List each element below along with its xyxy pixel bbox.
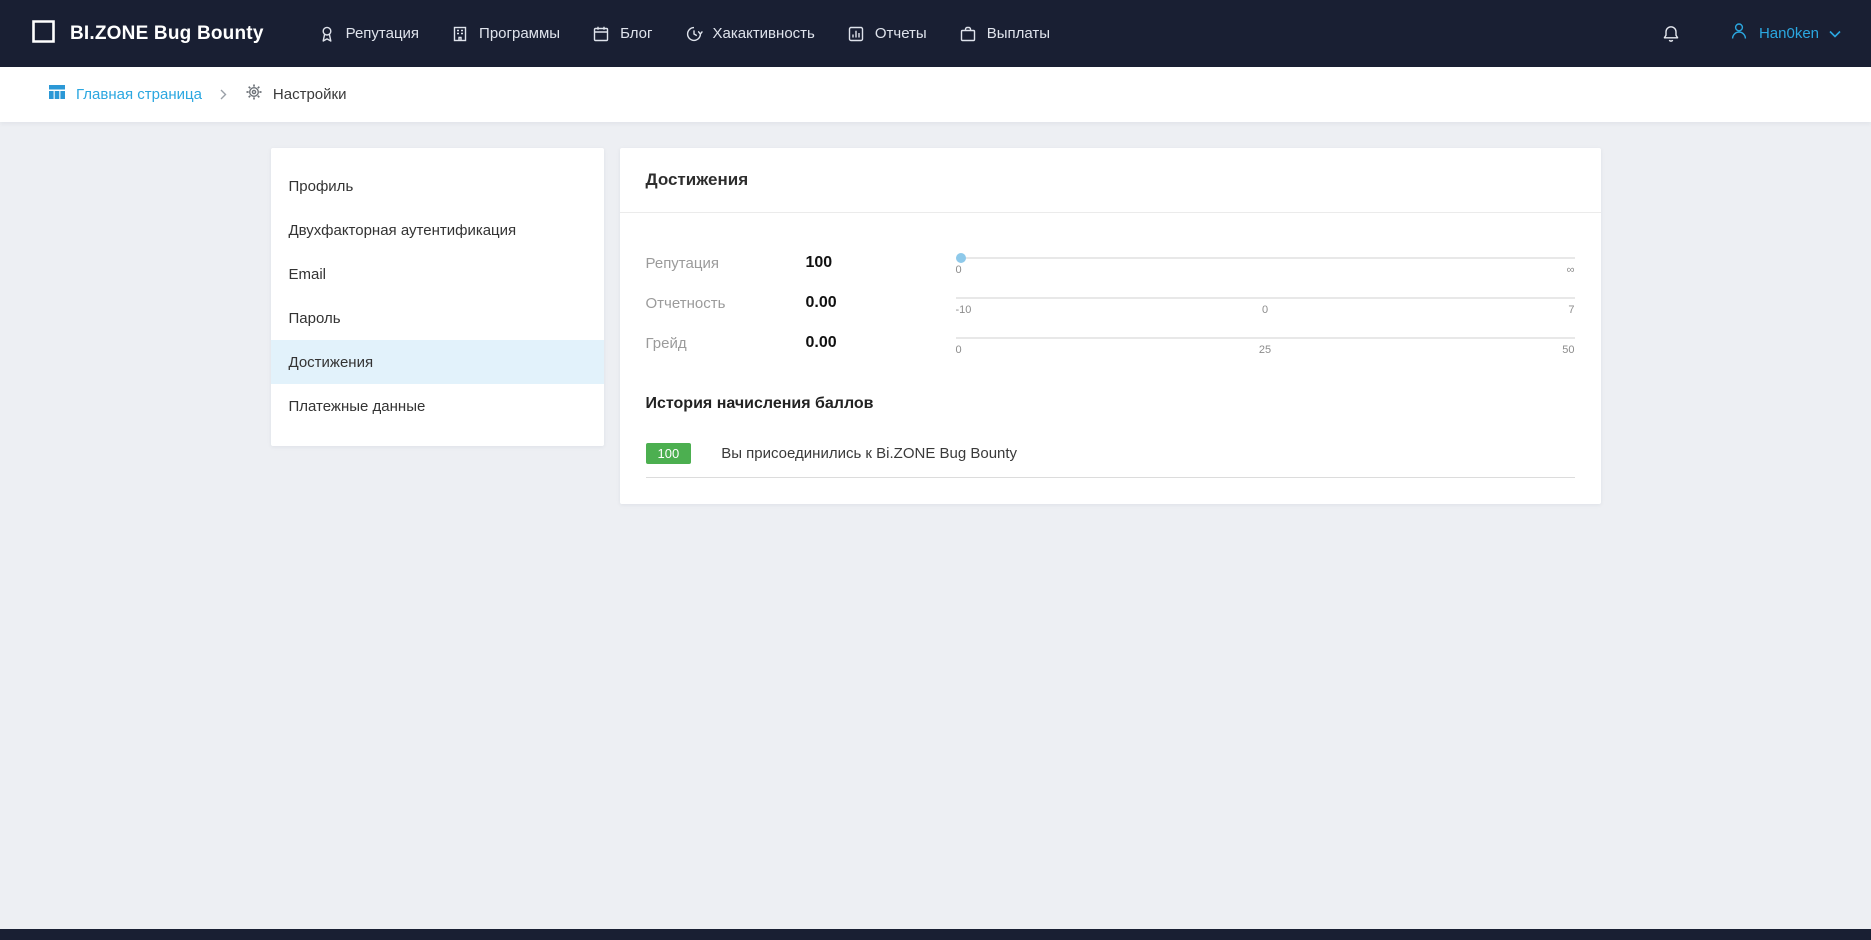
- sidebar-item-email[interactable]: Email: [271, 252, 604, 296]
- gear-icon: [245, 83, 263, 106]
- payouts-icon: [959, 25, 977, 43]
- sidebar-item-label: Двухфакторная аутентификация: [289, 222, 517, 239]
- nav-item-label: Отчеты: [875, 25, 927, 42]
- username: Han0ken: [1759, 25, 1819, 42]
- nav-item-label: Репутация: [346, 25, 419, 42]
- breadcrumb-separator-icon: [220, 89, 227, 100]
- gauge-max-label: ∞: [1567, 264, 1575, 276]
- nav-item-reputation[interactable]: Репутация: [302, 13, 435, 55]
- gauge-min-label: -10: [956, 304, 972, 316]
- grade-gauge: 0 25 50: [956, 328, 1575, 358]
- history-entry: 100 Вы присоединились к Bi.ZONE Bug Boun…: [646, 443, 1575, 478]
- reputation-gauge: 0 ∞: [956, 248, 1575, 278]
- nav-right: Han0ken: [1661, 21, 1841, 46]
- metric-value: 0.00: [806, 294, 956, 312]
- top-navigation: BI.ZONE Bug Bounty Репутация Программы: [0, 0, 1871, 67]
- achievements-panel: Достижения Репутация 100 0 ∞ Отчетность: [620, 148, 1601, 504]
- gauge-min-label: 0: [956, 264, 962, 276]
- nav-item-blog[interactable]: Блог: [576, 13, 668, 55]
- blog-icon: [592, 25, 610, 43]
- gauge-max-label: 7: [1568, 304, 1574, 316]
- brand[interactable]: BI.ZONE Bug Bounty: [30, 18, 264, 50]
- metric-value: 100: [806, 254, 956, 272]
- bizone-logo-icon: [30, 18, 57, 50]
- metric-label: Репутация: [646, 255, 806, 272]
- nav-item-reports[interactable]: Отчеты: [831, 13, 943, 55]
- gauge-marker: [956, 253, 966, 263]
- reporting-gauge: -10 0 7: [956, 288, 1575, 318]
- gauge-max-label: 50: [1562, 344, 1574, 356]
- notifications-bell-icon[interactable]: [1661, 24, 1681, 44]
- history-entry-text: Вы присоединились к Bi.ZONE Bug Bounty: [721, 445, 1017, 462]
- gauge-mid-label: 0: [1262, 304, 1268, 316]
- gauge-track: [956, 257, 1575, 259]
- chevron-down-icon: [1829, 25, 1841, 43]
- programs-icon: [451, 25, 469, 43]
- metric-label: Отчетность: [646, 295, 806, 312]
- gauge-track: [956, 297, 1575, 299]
- sidebar-item-label: Пароль: [289, 310, 341, 327]
- nav-item-hackactivity[interactable]: Хакактивность: [669, 13, 831, 55]
- gauge-mid-label: 25: [1259, 344, 1271, 356]
- breadcrumb-home-link[interactable]: Главная страница: [48, 83, 202, 106]
- breadcrumb-current-label: Настройки: [273, 86, 347, 103]
- metric-label: Грейд: [646, 335, 806, 352]
- sidebar-item-label: Профиль: [289, 178, 354, 195]
- nav-items: Репутация Программы Блог: [302, 13, 1066, 55]
- sidebar-item-label: Email: [289, 266, 327, 283]
- breadcrumb-home-label[interactable]: Главная страница: [76, 86, 202, 103]
- reputation-icon: [318, 25, 336, 43]
- sidebar-item-label: Платежные данные: [289, 398, 426, 415]
- nav-item-label: Выплаты: [987, 25, 1050, 42]
- nav-item-programs[interactable]: Программы: [435, 13, 576, 55]
- nav-item-label: Блог: [620, 25, 652, 42]
- sidebar-item-achievements[interactable]: Достижения: [271, 340, 604, 384]
- reports-icon: [847, 25, 865, 43]
- sidebar-item-payment-details[interactable]: Платежные данные: [271, 384, 604, 428]
- footer-strip: [0, 929, 1871, 940]
- user-icon: [1729, 21, 1749, 46]
- metric-row-reporting: Отчетность 0.00 -10 0 7: [646, 283, 1575, 323]
- home-grid-icon: [48, 83, 66, 106]
- gauge-min-label: 0: [956, 344, 962, 356]
- breadcrumb-current: Настройки: [245, 83, 347, 106]
- settings-sidebar: Профиль Двухфакторная аутентификация Ema…: [271, 148, 604, 446]
- points-badge: 100: [646, 443, 692, 464]
- content-area: Профиль Двухфакторная аутентификация Ema…: [0, 122, 1871, 504]
- sidebar-item-label: Достижения: [289, 354, 374, 371]
- hackactivity-icon: [685, 25, 703, 43]
- sidebar-item-password[interactable]: Пароль: [271, 296, 604, 340]
- sidebar-item-profile[interactable]: Профиль: [271, 164, 604, 208]
- panel-title: Достижения: [620, 148, 1601, 213]
- nav-item-payouts[interactable]: Выплаты: [943, 13, 1066, 55]
- breadcrumb: Главная страница Настройки: [0, 67, 1871, 122]
- history-section-title: История начисления баллов: [620, 369, 1601, 413]
- metric-row-reputation: Репутация 100 0 ∞: [646, 243, 1575, 283]
- metrics-section: Репутация 100 0 ∞ Отчетность 0.00: [620, 213, 1601, 369]
- nav-item-label: Программы: [479, 25, 560, 42]
- user-menu[interactable]: Han0ken: [1729, 21, 1841, 46]
- nav-item-label: Хакактивность: [713, 25, 815, 42]
- metric-row-grade: Грейд 0.00 0 25 50: [646, 323, 1575, 363]
- sidebar-item-two-factor[interactable]: Двухфакторная аутентификация: [271, 208, 604, 252]
- brand-name: BI.ZONE Bug Bounty: [70, 23, 264, 45]
- metric-value: 0.00: [806, 334, 956, 352]
- gauge-track: [956, 337, 1575, 339]
